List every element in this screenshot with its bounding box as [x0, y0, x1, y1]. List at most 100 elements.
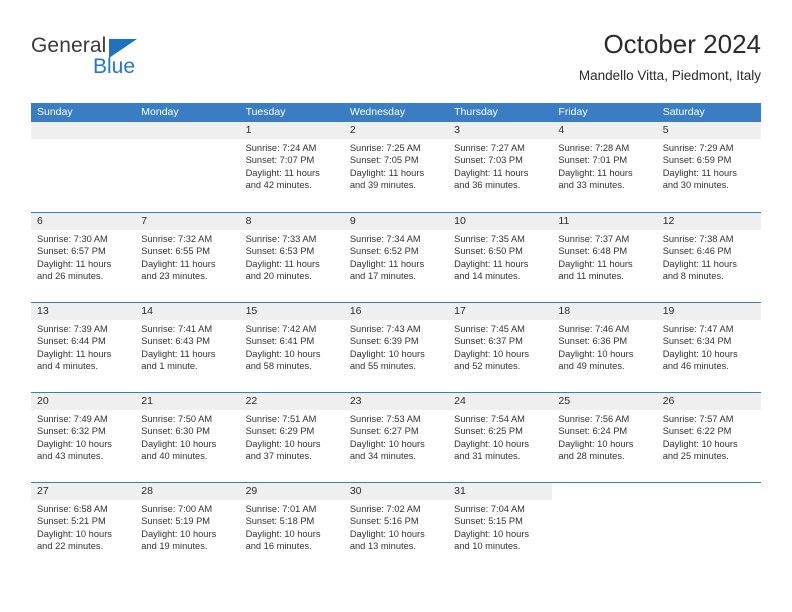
- calendar-day-cell[interactable]: 14 Sunrise: 7:41 AM Sunset: 6:43 PM Dayligh…: [135, 303, 240, 393]
- calendar-week-row: 6 Sunrise: 7:30 AM Sunset: 6:57 PM Daylight…: [31, 212, 761, 302]
- daylight-text: Daylight: 11 hours: [349, 167, 425, 178]
- calendar-day-cell[interactable]: 31 Sunrise: 7:04 AM Sunset: 5:15 PM Dayligh…: [448, 483, 553, 573]
- day-details: Sunrise: 7:00 AM Sunset: 5:19 PM Daylight:…: [135, 500, 239, 553]
- calendar-day-cell[interactable]: 30 Sunrise: 7:02 AM Sunset: 5:16 PM Dayligh…: [343, 483, 449, 573]
- weekday-header-row: Sunday Monday Tuesday Wednesday Thursday Frid…: [31, 103, 761, 122]
- daylight-text: and 55 minutes.: [349, 361, 416, 372]
- sunrise-text: Sunrise: 7:33 AM: [245, 234, 317, 244]
- sunset-text: Sunset: 6:32 PM: [37, 426, 106, 437]
- calendar-day-cell[interactable]: 26 Sunrise: 7:57 AM Sunset: 6:22 PM Dayligh…: [656, 393, 761, 483]
- calendar-day-cell[interactable]: 4 Sunrise: 7:28 AM Sunset: 7:01 PM Daylight…: [552, 122, 657, 212]
- page-header: General Blue October 2024 Mandello Vitta…: [31, 28, 761, 90]
- sunrise-text: Sunrise: 7:50 AM: [141, 414, 213, 424]
- sunset-text: Sunset: 6:27 PM: [349, 426, 419, 437]
- day-number: 21: [135, 393, 240, 410]
- day-details: Sunrise: 7:42 AM Sunset: 6:41 PM Daylight:…: [240, 320, 344, 373]
- sunset-text: Sunset: 6:34 PM: [662, 336, 732, 347]
- calendar-day-cell[interactable]: 20 Sunrise: 7:49 AM Sunset: 6:32 PM Dayligh…: [31, 393, 136, 483]
- sunset-text: Sunset: 6:29 PM: [245, 426, 315, 437]
- calendar-day-cell[interactable]: 15 Sunrise: 7:42 AM Sunset: 6:41 PM Dayligh…: [239, 303, 344, 393]
- calendar-day-cell[interactable]: 10 Sunrise: 7:35 AM Sunset: 6:50 PM Dayligh…: [448, 213, 553, 303]
- day-number: 22: [239, 393, 344, 410]
- day-number: [135, 122, 240, 139]
- sunset-text: Sunset: 6:53 PM: [245, 246, 315, 257]
- day-number: 20: [31, 393, 136, 410]
- sunrise-text: Sunrise: 7:30 AM: [37, 234, 108, 244]
- day-details: Sunrise: 7:39 AM Sunset: 6:44 PM Daylight:…: [31, 320, 135, 373]
- calendar-day-cell[interactable]: 2 Sunrise: 7:25 AM Sunset: 7:05 PM Daylight…: [343, 122, 449, 212]
- sunset-text: Sunset: 7:05 PM: [349, 155, 419, 166]
- calendar-day-cell[interactable]: 9 Sunrise: 7:34 AM Sunset: 6:52 PM Daylight…: [343, 213, 449, 303]
- daylight-text: and 14 minutes.: [454, 271, 521, 282]
- day-number: 8: [239, 213, 344, 230]
- calendar-day-cell[interactable]: 29 Sunrise: 7:01 AM Sunset: 5:18 PM Dayligh…: [239, 483, 344, 573]
- day-details: [31, 139, 135, 142]
- page-title: October 2024: [603, 29, 761, 59]
- sunrise-text: Sunrise: 7:45 AM: [454, 324, 525, 334]
- sunrise-text: Sunrise: 7:39 AM: [37, 324, 108, 334]
- calendar-day-cell[interactable]: 21 Sunrise: 7:50 AM Sunset: 6:30 PM Dayligh…: [135, 393, 240, 483]
- day-details: Sunrise: 7:46 AM Sunset: 6:36 PM Daylight:…: [552, 320, 656, 373]
- calendar-day-cell[interactable]: 22 Sunrise: 7:51 AM Sunset: 6:29 PM Dayligh…: [239, 393, 344, 483]
- daylight-text: and 34 minutes.: [349, 451, 416, 462]
- calendar-day-cell[interactable]: 28 Sunrise: 7:00 AM Sunset: 5:19 PM Dayligh…: [135, 483, 240, 573]
- calendar-day-cell[interactable]: 12 Sunrise: 7:38 AM Sunset: 6:46 PM Dayligh…: [656, 213, 761, 303]
- daylight-text: and 25 minutes.: [662, 451, 729, 462]
- sunrise-text: Sunrise: 7:38 AM: [662, 234, 734, 244]
- sunset-text: Sunset: 5:19 PM: [141, 516, 211, 527]
- daylight-text: Daylight: 10 hours: [662, 348, 738, 359]
- daylight-text: and 33 minutes.: [558, 180, 625, 191]
- sunset-text: Sunset: 6:44 PM: [37, 336, 106, 347]
- day-details: Sunrise: 7:32 AM Sunset: 6:55 PM Daylight:…: [135, 230, 239, 283]
- calendar-day-cell[interactable]: 8 Sunrise: 7:33 AM Sunset: 6:53 PM Daylight…: [239, 213, 344, 303]
- daylight-text: and 11 minutes.: [558, 271, 624, 282]
- daylight-text: Daylight: 11 hours: [662, 167, 737, 178]
- day-number: 1: [239, 122, 344, 139]
- day-details: Sunrise: 7:57 AM Sunset: 6:22 PM Daylight:…: [657, 410, 761, 463]
- day-number: 5: [656, 122, 761, 139]
- daylight-text: and 31 minutes.: [454, 451, 521, 462]
- daylight-text: and 30 minutes.: [662, 180, 729, 191]
- sunset-text: Sunset: 6:25 PM: [454, 426, 523, 437]
- calendar-day-cell[interactable]: 13 Sunrise: 7:39 AM Sunset: 6:44 PM Dayligh…: [31, 303, 136, 393]
- calendar-day-cell[interactable]: 11 Sunrise: 7:37 AM Sunset: 6:48 PM Dayligh…: [552, 213, 657, 303]
- day-details: Sunrise: 7:30 AM Sunset: 6:57 PM Daylight:…: [31, 230, 135, 283]
- calendar-day-cell[interactable]: 25 Sunrise: 7:56 AM Sunset: 6:24 PM Dayligh…: [552, 393, 657, 483]
- sunrise-text: Sunrise: 7:29 AM: [662, 143, 734, 153]
- calendar-day-cell[interactable]: 24 Sunrise: 7:54 AM Sunset: 6:25 PM Dayligh…: [448, 393, 553, 483]
- calendar-day-cell[interactable]: 7 Sunrise: 7:32 AM Sunset: 6:55 PM Daylight…: [135, 213, 240, 303]
- day-number: 19: [656, 303, 761, 320]
- day-number: 27: [31, 483, 136, 500]
- daylight-text: and 28 minutes.: [558, 451, 625, 462]
- daylight-text: and 23 minutes.: [141, 271, 208, 282]
- day-details: Sunrise: 7:49 AM Sunset: 6:32 PM Daylight:…: [31, 410, 135, 463]
- calendar-day-cell[interactable]: 23 Sunrise: 7:53 AM Sunset: 6:27 PM Dayligh…: [343, 393, 449, 483]
- calendar-day-cell[interactable]: 6 Sunrise: 7:30 AM Sunset: 6:57 PM Daylight…: [31, 213, 136, 303]
- weekday-header-friday: Friday: [558, 106, 588, 118]
- calendar-day-cell[interactable]: 5 Sunrise: 7:29 AM Sunset: 6:59 PM Daylight…: [656, 122, 761, 212]
- sunrise-text: Sunrise: 7:35 AM: [454, 234, 525, 244]
- calendar-week-row: 13 Sunrise: 7:39 AM Sunset: 6:44 PM Dayligh…: [31, 302, 761, 392]
- daylight-text: Daylight: 10 hours: [141, 438, 217, 449]
- daylight-text: Daylight: 11 hours: [454, 167, 529, 178]
- sunset-text: Sunset: 7:01 PM: [558, 155, 628, 166]
- sunrise-text: Sunrise: 7:43 AM: [349, 324, 421, 334]
- daylight-text: Daylight: 10 hours: [349, 438, 425, 449]
- day-details: Sunrise: 7:54 AM Sunset: 6:25 PM Daylight:…: [448, 410, 552, 463]
- sunset-text: Sunset: 5:18 PM: [245, 516, 315, 527]
- daylight-text: Daylight: 10 hours: [349, 348, 425, 359]
- day-details: Sunrise: 7:04 AM Sunset: 5:15 PM Daylight:…: [448, 500, 552, 553]
- calendar-day-cell[interactable]: 3 Sunrise: 7:27 AM Sunset: 7:03 PM Daylight…: [448, 122, 553, 212]
- weekday-header-wednesday: Wednesday: [349, 106, 406, 118]
- calendar-day-cell[interactable]: 17 Sunrise: 7:45 AM Sunset: 6:37 PM Dayligh…: [448, 303, 553, 393]
- calendar-day-cell[interactable]: 27 Sunrise: 6:58 AM Sunset: 5:21 PM Dayligh…: [31, 483, 136, 573]
- day-number: 10: [448, 213, 553, 230]
- calendar-day-cell[interactable]: 18 Sunrise: 7:46 AM Sunset: 6:36 PM Dayligh…: [552, 303, 657, 393]
- daylight-text: Daylight: 10 hours: [662, 438, 738, 449]
- calendar-day-cell[interactable]: 19 Sunrise: 7:47 AM Sunset: 6:34 PM Dayligh…: [656, 303, 761, 393]
- day-details: [552, 500, 656, 503]
- calendar-day-cell[interactable]: 1 Sunrise: 7:24 AM Sunset: 7:07 PM Daylight…: [239, 122, 344, 212]
- day-details: [135, 139, 239, 142]
- day-details: Sunrise: 7:53 AM Sunset: 6:27 PM Daylight:…: [344, 410, 448, 463]
- calendar-day-cell[interactable]: 16 Sunrise: 7:43 AM Sunset: 6:39 PM Dayligh…: [343, 303, 449, 393]
